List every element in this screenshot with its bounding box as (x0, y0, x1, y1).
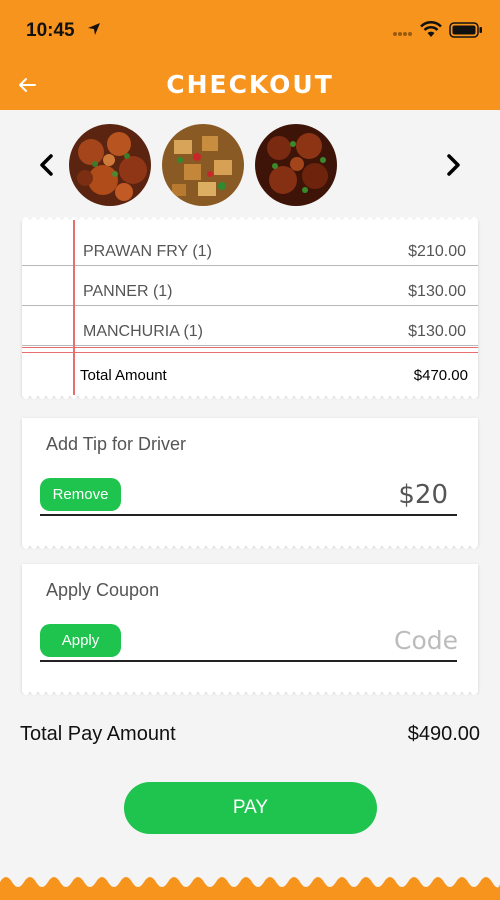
order-item-price: $130.00 (408, 323, 466, 340)
app-header: CHECKOUT (0, 60, 500, 110)
receipt-margin-line (73, 220, 75, 396)
driver-tip-card: Add Tip for Driver Remove $20 (22, 418, 478, 549)
coupon-card: Apply Coupon Apply (22, 564, 478, 695)
coupon-title: Apply Coupon (46, 580, 160, 600)
tip-title: Add Tip for Driver (46, 434, 187, 454)
order-total-label: Total Amount (80, 367, 167, 384)
order-item-name: PRAWAN FRY (1) (83, 243, 212, 260)
status-time: 10:45 (26, 20, 75, 41)
receipt-divider (22, 347, 478, 348)
receipt-divider (22, 352, 478, 353)
pay-button[interactable]: PAY (124, 782, 377, 834)
footer-zigzag-border (0, 877, 500, 900)
chevron-left-icon[interactable] (34, 148, 60, 182)
apply-coupon-button[interactable]: Apply (40, 624, 121, 657)
tip-amount[interactable]: $20 (398, 480, 448, 510)
location-arrow-icon (88, 23, 100, 35)
order-item-row: PANNER (1) $130.00 (22, 266, 478, 306)
food-image-panner[interactable] (162, 124, 244, 206)
wavy-edge-bottom (22, 395, 478, 399)
wifi-icon (420, 21, 442, 37)
coupon-field-underline (40, 660, 457, 662)
wavy-edge-bottom (22, 691, 478, 695)
coupon-code-input[interactable] (258, 624, 458, 656)
order-item-name: PANNER (1) (83, 283, 173, 300)
food-image-prawan-fry[interactable] (69, 124, 151, 206)
order-item-row: MANCHURIA (1) $130.00 (22, 306, 478, 346)
status-bar: 10:45 (0, 0, 500, 60)
total-pay-label: Total Pay Amount (20, 723, 176, 745)
order-summary-card: PRAWAN FRY (1) $210.00 PANNER (1) $130.0… (22, 217, 478, 399)
order-item-price: $210.00 (408, 243, 466, 260)
order-item-name: MANCHURIA (1) (83, 323, 204, 340)
page-title: CHECKOUT (166, 70, 334, 99)
order-total-value: $470.00 (413, 367, 468, 384)
wavy-edge-bottom (22, 545, 478, 549)
battery-icon (449, 22, 482, 38)
remove-tip-button[interactable]: Remove (40, 478, 121, 511)
cellular-signal-icon (393, 32, 412, 36)
order-item-price: $130.00 (408, 283, 466, 300)
wavy-edge-top (22, 217, 478, 221)
chevron-right-icon[interactable] (440, 148, 466, 182)
food-image-manchuria[interactable] (255, 124, 337, 206)
total-pay-value: $490.00 (407, 723, 480, 745)
order-item-row: PRAWAN FRY (1) $210.00 (22, 226, 478, 266)
tip-field-underline (40, 514, 457, 516)
